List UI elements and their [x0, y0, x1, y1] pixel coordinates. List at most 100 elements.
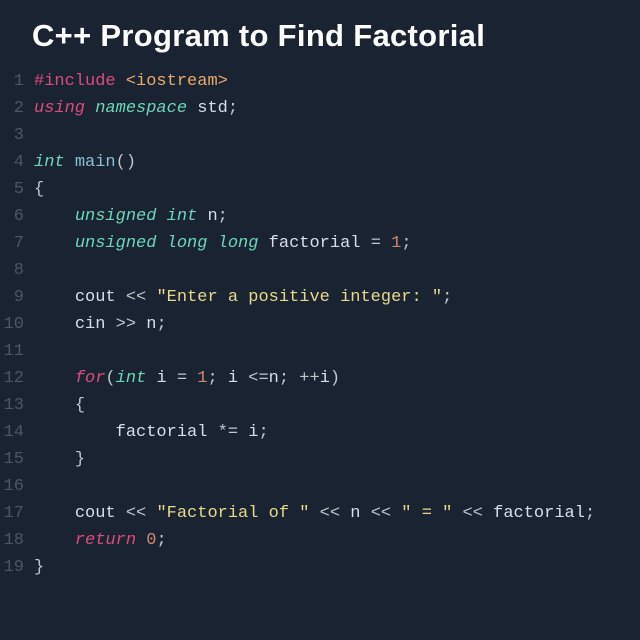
- token-string: " = ": [401, 504, 452, 523]
- code-line: }: [34, 446, 640, 473]
- line-number: 12: [2, 365, 24, 392]
- token-op: <<: [126, 288, 146, 307]
- code-editor: 1 2 3 4 5 6 7 8 9 10 11 12 13 14 15 16 1…: [0, 68, 640, 581]
- line-number: 6: [2, 203, 24, 230]
- token-ident: factorial: [116, 423, 208, 442]
- code-line: [34, 473, 640, 500]
- token-ident: i: [248, 423, 258, 442]
- token-punct: ;: [442, 288, 452, 307]
- token-ident: cout: [75, 288, 116, 307]
- token-func: main: [75, 153, 116, 172]
- token-ident: factorial: [493, 504, 585, 523]
- page-title: C++ Program to Find Factorial: [0, 0, 640, 68]
- token-punct: ;: [207, 369, 217, 388]
- token-ident: i: [320, 369, 330, 388]
- token-type: int: [34, 153, 65, 172]
- token-keyword: return: [75, 531, 136, 550]
- token-op: <<: [463, 504, 483, 523]
- token-op: <<: [371, 504, 391, 523]
- line-number: 4: [2, 149, 24, 176]
- code-line: return 0;: [34, 527, 640, 554]
- line-number: 2: [2, 95, 24, 122]
- line-number: 11: [2, 338, 24, 365]
- token-type: long: [218, 234, 259, 253]
- token-ident: i: [156, 369, 166, 388]
- token-punct: ;: [218, 207, 228, 226]
- token-op: *=: [218, 423, 238, 442]
- line-number: 18: [2, 527, 24, 554]
- line-number: 1: [2, 68, 24, 95]
- token-type: unsigned: [75, 207, 157, 226]
- token-number: 1: [197, 369, 207, 388]
- token-punct: }: [75, 450, 85, 469]
- token-ident: i: [228, 369, 238, 388]
- token-include-path: <iostream>: [126, 72, 228, 91]
- token-punct: }: [34, 558, 44, 577]
- token-punct: ;: [156, 531, 166, 550]
- code-line: unsigned long long factorial = 1;: [34, 230, 640, 257]
- line-number: 13: [2, 392, 24, 419]
- token-punct: (: [105, 369, 115, 388]
- token-ident: factorial: [269, 234, 361, 253]
- token-punct: {: [75, 396, 85, 415]
- token-preproc: #include: [34, 72, 116, 91]
- token-punct: ;: [156, 315, 166, 334]
- line-number: 9: [2, 284, 24, 311]
- token-type: unsigned: [75, 234, 157, 253]
- code-line: {: [34, 392, 640, 419]
- token-keyword: for: [75, 369, 106, 388]
- line-number: 5: [2, 176, 24, 203]
- token-op: =: [177, 369, 187, 388]
- token-number: 0: [146, 531, 156, 550]
- code-line: #include <iostream>: [34, 68, 640, 95]
- token-punct: ;: [401, 234, 411, 253]
- line-number-gutter: 1 2 3 4 5 6 7 8 9 10 11 12 13 14 15 16 1…: [2, 68, 34, 581]
- token-type: int: [116, 369, 147, 388]
- token-string: "Enter a positive integer: ": [156, 288, 442, 307]
- code-line: int main(): [34, 149, 640, 176]
- line-number: 14: [2, 419, 24, 446]
- code-line: factorial *= i;: [34, 419, 640, 446]
- code-line: for(int i = 1; i <=n; ++i): [34, 365, 640, 392]
- code-line: [34, 122, 640, 149]
- token-punct: ;: [279, 369, 289, 388]
- token-op: <<: [320, 504, 340, 523]
- token-ident: std: [197, 99, 228, 118]
- line-number: 10: [2, 311, 24, 338]
- code-line: [34, 257, 640, 284]
- token-type: int: [167, 207, 198, 226]
- token-punct: ): [330, 369, 340, 388]
- line-number: 19: [2, 554, 24, 581]
- code-line: cout << "Enter a positive integer: ";: [34, 284, 640, 311]
- token-op: >>: [116, 315, 136, 334]
- token-op: =: [371, 234, 381, 253]
- line-number: 15: [2, 446, 24, 473]
- code-line: using namespace std;: [34, 95, 640, 122]
- code-line: }: [34, 554, 640, 581]
- token-type: long: [167, 234, 208, 253]
- line-number: 17: [2, 500, 24, 527]
- token-punct: {: [34, 180, 44, 199]
- token-punct: ;: [258, 423, 268, 442]
- code-line: cin >> n;: [34, 311, 640, 338]
- token-ident: n: [350, 504, 360, 523]
- token-number: 1: [391, 234, 401, 253]
- token-string: "Factorial of ": [156, 504, 309, 523]
- token-keyword: namespace: [95, 99, 187, 118]
- token-ident: n: [269, 369, 279, 388]
- token-punct: (): [116, 153, 136, 172]
- code-line: {: [34, 176, 640, 203]
- line-number: 16: [2, 473, 24, 500]
- code-line: [34, 338, 640, 365]
- token-op: <=: [248, 369, 268, 388]
- code-line: cout << "Factorial of " << n << " = " <<…: [34, 500, 640, 527]
- token-ident: n: [207, 207, 217, 226]
- line-number: 8: [2, 257, 24, 284]
- line-number: 3: [2, 122, 24, 149]
- token-op: <<: [126, 504, 146, 523]
- code-content: #include <iostream> using namespace std;…: [34, 68, 640, 581]
- token-punct: ;: [228, 99, 238, 118]
- code-line: unsigned int n;: [34, 203, 640, 230]
- line-number: 7: [2, 230, 24, 257]
- token-punct: ;: [585, 504, 595, 523]
